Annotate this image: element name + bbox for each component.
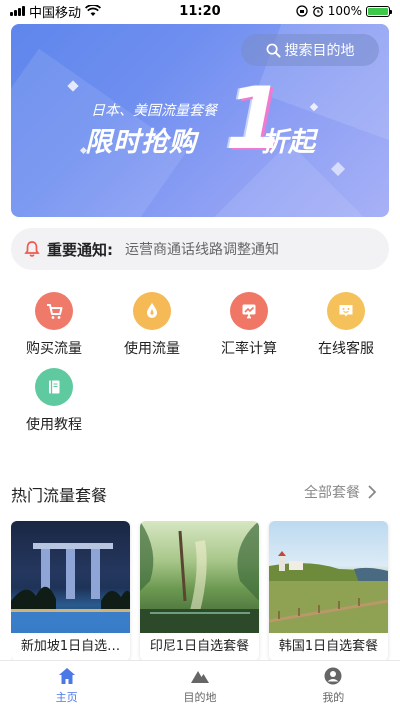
cart-icon (35, 292, 73, 330)
tab-home-label: 主页 (55, 691, 78, 704)
rotation-lock-icon (296, 5, 308, 17)
package-image-indonesia (140, 521, 259, 633)
tab-profile[interactable]: 我的 (267, 661, 400, 710)
all-packages-link[interactable]: 全部套餐 (304, 482, 378, 502)
notice-bar[interactable]: 重要通知: 运营商通话线路调整通知 (11, 228, 389, 270)
promo-banner[interactable]: 搜索目的地 日本、美国流量套餐 限时抢购 1 折起 (11, 24, 389, 217)
buy-data-label: 购买流量 (26, 341, 82, 357)
home-icon (58, 668, 75, 684)
carrier-name: 中国移动 (29, 5, 82, 21)
battery-percent: 100% (327, 4, 362, 18)
notice-text[interactable]: 运营商通话线路调整通知 (125, 239, 279, 259)
tab-home[interactable]: 主页 (0, 661, 133, 710)
user-icon (324, 667, 342, 685)
tutorial-button[interactable]: 使用教程 (6, 368, 102, 434)
signal-icon (10, 6, 25, 16)
buy-data-button[interactable]: 购买流量 (6, 292, 102, 358)
tab-profile-label: 我的 (322, 691, 345, 704)
calculator-icon (230, 292, 268, 330)
package-title: 新加坡1日自选… (20, 639, 121, 654)
use-data-button[interactable]: 使用流量 (104, 292, 200, 358)
section-title: 热门流量套餐 (11, 486, 108, 505)
clock: 11:20 (179, 3, 221, 19)
search-icon (266, 43, 281, 58)
promo-subtitle: 日本、美国流量套餐 (91, 103, 217, 119)
bottom-tab-bar: 主页 目的地 我的 (0, 660, 400, 710)
online-support-button[interactable]: 在线客服 (298, 292, 394, 358)
alarm-icon (312, 5, 324, 17)
package-card[interactable]: 印尼1日自选套餐 (140, 521, 259, 661)
package-image-korea (269, 521, 388, 633)
mountain-icon (190, 671, 209, 683)
notice-label: 重要通知: (47, 240, 113, 259)
search-placeholder: 搜索目的地 (284, 43, 355, 59)
chat-smile-icon (327, 292, 365, 330)
wifi-icon (85, 5, 102, 16)
tab-destination[interactable]: 目的地 (133, 661, 266, 710)
drop-icon (133, 292, 171, 330)
search-destination-button[interactable]: 搜索目的地 (241, 34, 379, 66)
use-data-label: 使用流量 (124, 341, 180, 357)
package-card[interactable]: 韩国1日自选套餐 (269, 521, 388, 661)
package-image-singapore (11, 521, 130, 633)
exchange-rate-button[interactable]: 汇率计算 (201, 292, 297, 358)
promo-suffix: 折起 (261, 127, 315, 158)
package-title: 韩国1日自选套餐 (278, 639, 379, 654)
package-card[interactable]: 新加坡1日自选… (11, 521, 130, 661)
tab-destination-label: 目的地 (183, 691, 217, 704)
online-support-label: 在线客服 (318, 341, 374, 357)
all-packages-label: 全部套餐 (304, 485, 360, 501)
chevron-right-icon (368, 485, 377, 499)
bell-icon (24, 241, 40, 257)
status-bar: 中国移动 11:20 100% (0, 0, 400, 22)
book-icon (35, 368, 73, 406)
package-list: 新加坡1日自选… 印尼1日自选套餐 韩国1日自选套餐 (11, 521, 400, 661)
tutorial-label: 使用教程 (26, 417, 82, 433)
exchange-rate-label: 汇率计算 (221, 341, 277, 357)
promo-title: 限时抢购 (85, 127, 197, 158)
package-title: 印尼1日自选套餐 (149, 639, 250, 654)
battery-icon (366, 5, 392, 17)
